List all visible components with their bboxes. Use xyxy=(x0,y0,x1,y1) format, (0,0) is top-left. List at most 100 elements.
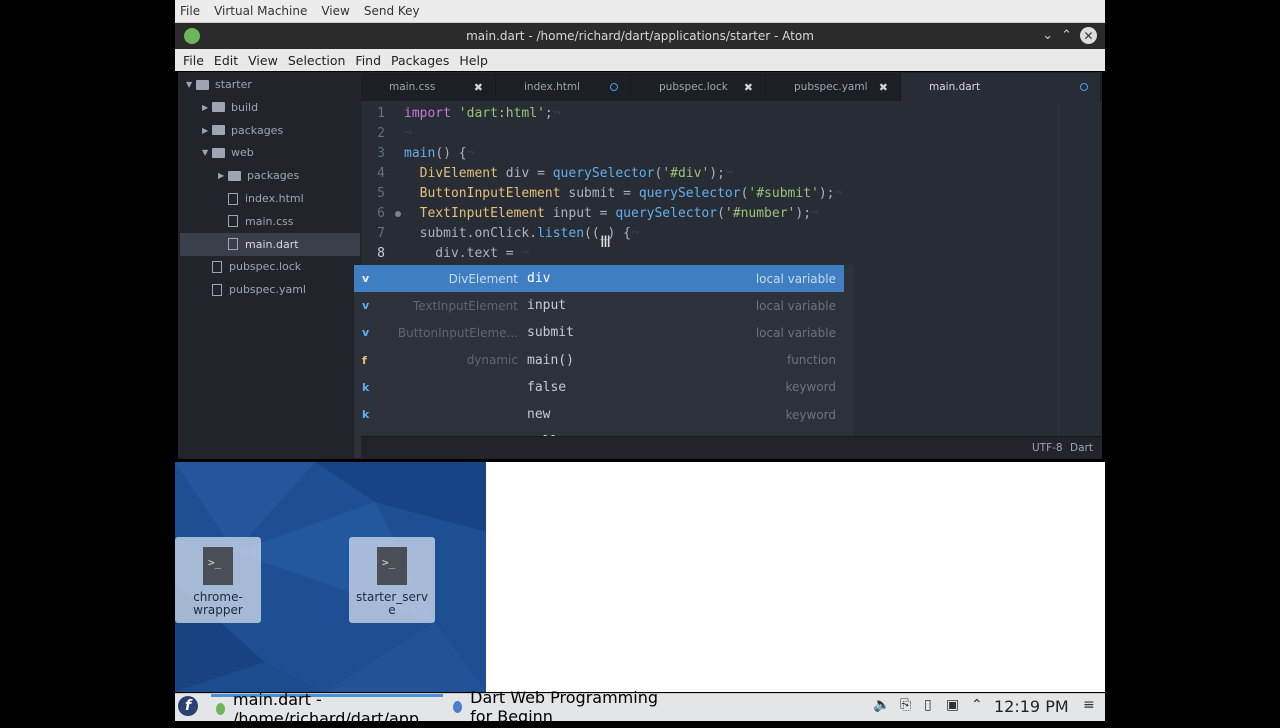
autocomplete-item[interactable]: k new keyword xyxy=(354,401,844,428)
fedora-menu-icon[interactable]: f xyxy=(178,696,198,716)
terminal-file-icon: >_ xyxy=(377,547,407,585)
close-tab-icon[interactable]: ✖ xyxy=(879,81,888,94)
vm-menu-item[interactable]: File xyxy=(180,4,200,18)
tree-item[interactable]: index.html xyxy=(180,187,360,210)
autocomplete-item[interactable]: f dynamic main() function xyxy=(354,347,844,374)
suggestion-text: div xyxy=(527,271,551,286)
line-number: 1 xyxy=(377,106,385,121)
tree-item[interactable]: main.dart xyxy=(180,232,360,256)
code-token: input = xyxy=(544,206,616,221)
atom-logo-icon xyxy=(184,28,200,44)
battery-icon[interactable]: ▯ xyxy=(924,697,932,713)
network-icon[interactable]: ▣ xyxy=(946,697,959,713)
code-line[interactable]: main() {¬ xyxy=(404,144,474,164)
vm-menu-item[interactable]: Virtual Machine xyxy=(214,4,307,18)
taskbar-item-atom[interactable]: main.dart - /home/richard/dart/app xyxy=(211,690,443,728)
autocomplete-item[interactable]: v ButtonInputEleme... submit local variable xyxy=(354,319,844,346)
code-line[interactable]: TextInputElement input = querySelector('… xyxy=(404,204,819,224)
tree-item[interactable]: ▶ build xyxy=(180,96,360,119)
tab-main-css[interactable]: main.css ✖ xyxy=(361,73,496,101)
tree-item[interactable]: ▼ web xyxy=(180,141,360,164)
code-token: 'dart:html' xyxy=(458,106,545,121)
tree-item[interactable]: ▶ packages xyxy=(180,119,360,142)
code-token: ); xyxy=(795,206,812,221)
clock[interactable]: 12:19 PM xyxy=(994,697,1069,716)
desktop-icon[interactable]: >_ starter_serv e xyxy=(349,537,435,623)
code-token: ¬ xyxy=(834,186,843,201)
code-line[interactable]: ButtonInputElement submit = querySelecto… xyxy=(404,184,843,204)
close-tab-icon[interactable]: ✖ xyxy=(744,81,753,94)
tab-main-dart[interactable]: main.dart xyxy=(901,73,1101,101)
tree-item[interactable]: main.css xyxy=(180,210,360,233)
code-token: '#number' xyxy=(724,206,796,221)
code-line[interactable]: div.text = ¬ xyxy=(404,244,529,264)
tray-expand-icon[interactable]: ⌃ xyxy=(971,697,983,713)
app-menu-item[interactable]: File xyxy=(183,53,204,68)
clipboard-icon[interactable]: ⎘ xyxy=(900,697,911,713)
grammar-indicator[interactable]: Dart xyxy=(1070,442,1093,454)
tab-pubspec-lock[interactable]: pubspec.lock ✖ xyxy=(631,73,766,101)
code-line[interactable]: DivElement div = querySelector('#div');¬ xyxy=(404,164,733,184)
suggestion-type: dynamic xyxy=(466,353,518,368)
close-tab-icon[interactable]: ✖ xyxy=(474,81,483,94)
suggestion-text: main() xyxy=(527,352,574,368)
code-token: listen xyxy=(537,226,585,241)
tree-item[interactable]: ▼ starter xyxy=(180,73,360,96)
file-icon xyxy=(228,238,238,251)
app-menu-item[interactable]: Edit xyxy=(214,53,238,68)
tree-item[interactable]: ▶ packages xyxy=(180,164,360,187)
autocomplete-item[interactable]: v DivElement div local variable xyxy=(354,265,844,292)
line-number: 8 xyxy=(377,246,385,261)
code-token: div.text = xyxy=(404,246,522,261)
tree-item-label: packages xyxy=(247,169,300,183)
terminal-glyph: >_ xyxy=(208,556,222,569)
encoding-indicator[interactable]: UTF-8 xyxy=(1032,442,1063,454)
suggestion-type: DivElement xyxy=(448,271,518,286)
window-title: main.dart - /home/richard/dart/applicati… xyxy=(466,29,814,43)
tree-item-label: starter xyxy=(215,78,252,91)
window-controls: ⌄ ⌃ ✕ xyxy=(1042,27,1097,44)
tree-item-label: pubspec.lock xyxy=(229,260,302,274)
tree-item[interactable]: pubspec.lock xyxy=(180,255,360,278)
suggestion-kind: local variable xyxy=(755,325,836,340)
line-number: 3 xyxy=(377,146,385,161)
tab-pubspec-yaml[interactable]: pubspec.yaml ✖ xyxy=(766,73,901,101)
suggestion-text: false xyxy=(527,379,567,395)
suggestion-type: ButtonInputEleme... xyxy=(397,325,518,340)
editor-scrollbar[interactable] xyxy=(1058,101,1059,436)
autocomplete-item[interactable]: k false keyword xyxy=(354,374,844,401)
maximize-chevron-icon[interactable]: ⌃ xyxy=(1061,28,1072,43)
code-token: '#submit' xyxy=(748,186,819,201)
code-token: ); xyxy=(818,186,835,201)
taskbar-item-browser[interactable]: Dart Web Programming for Beginn xyxy=(448,688,680,726)
close-window-icon[interactable]: ✕ xyxy=(1080,27,1097,44)
minimize-chevron-icon[interactable]: ⌄ xyxy=(1042,28,1053,43)
modified-indicator-icon[interactable] xyxy=(610,83,618,91)
modified-indicator-icon[interactable] xyxy=(1080,83,1088,91)
tab-label: main.css xyxy=(389,81,436,93)
app-menu-item[interactable]: View xyxy=(248,53,278,68)
app-menu-item[interactable]: Help xyxy=(459,53,488,68)
tree-item[interactable]: pubspec.yaml xyxy=(180,278,360,301)
app-menu-item[interactable]: Find xyxy=(355,53,381,68)
vm-menu-item[interactable]: View xyxy=(321,4,349,18)
desktop-icon[interactable]: >_ chrome- wrapper xyxy=(175,537,261,623)
tree-item-label: build xyxy=(231,100,259,114)
menu-lines-icon[interactable]: ≡ xyxy=(1083,697,1095,713)
code-token: TextInputElement xyxy=(419,206,545,221)
taskbar-item-label: Dart Web Programming for Beginn xyxy=(470,688,659,726)
tab-index-html[interactable]: index.html xyxy=(496,73,631,101)
app-menu-item[interactable]: Selection xyxy=(288,53,346,68)
atom-task-icon xyxy=(216,702,225,715)
tree-item-label: index.html xyxy=(245,192,304,205)
vm-menu-item[interactable]: Send Key xyxy=(364,4,420,18)
volume-icon[interactable]: 🔈 xyxy=(873,697,890,713)
file-icon xyxy=(228,215,238,228)
tree-item-label: main.dart xyxy=(245,237,299,251)
code-line[interactable]: ¬ xyxy=(404,124,412,144)
app-menu-item[interactable]: Packages xyxy=(391,53,449,68)
code-line[interactable]: import 'dart:html';¬ xyxy=(404,104,561,124)
autocomplete-item[interactable]: v TextInputElement input local variable xyxy=(354,292,844,319)
